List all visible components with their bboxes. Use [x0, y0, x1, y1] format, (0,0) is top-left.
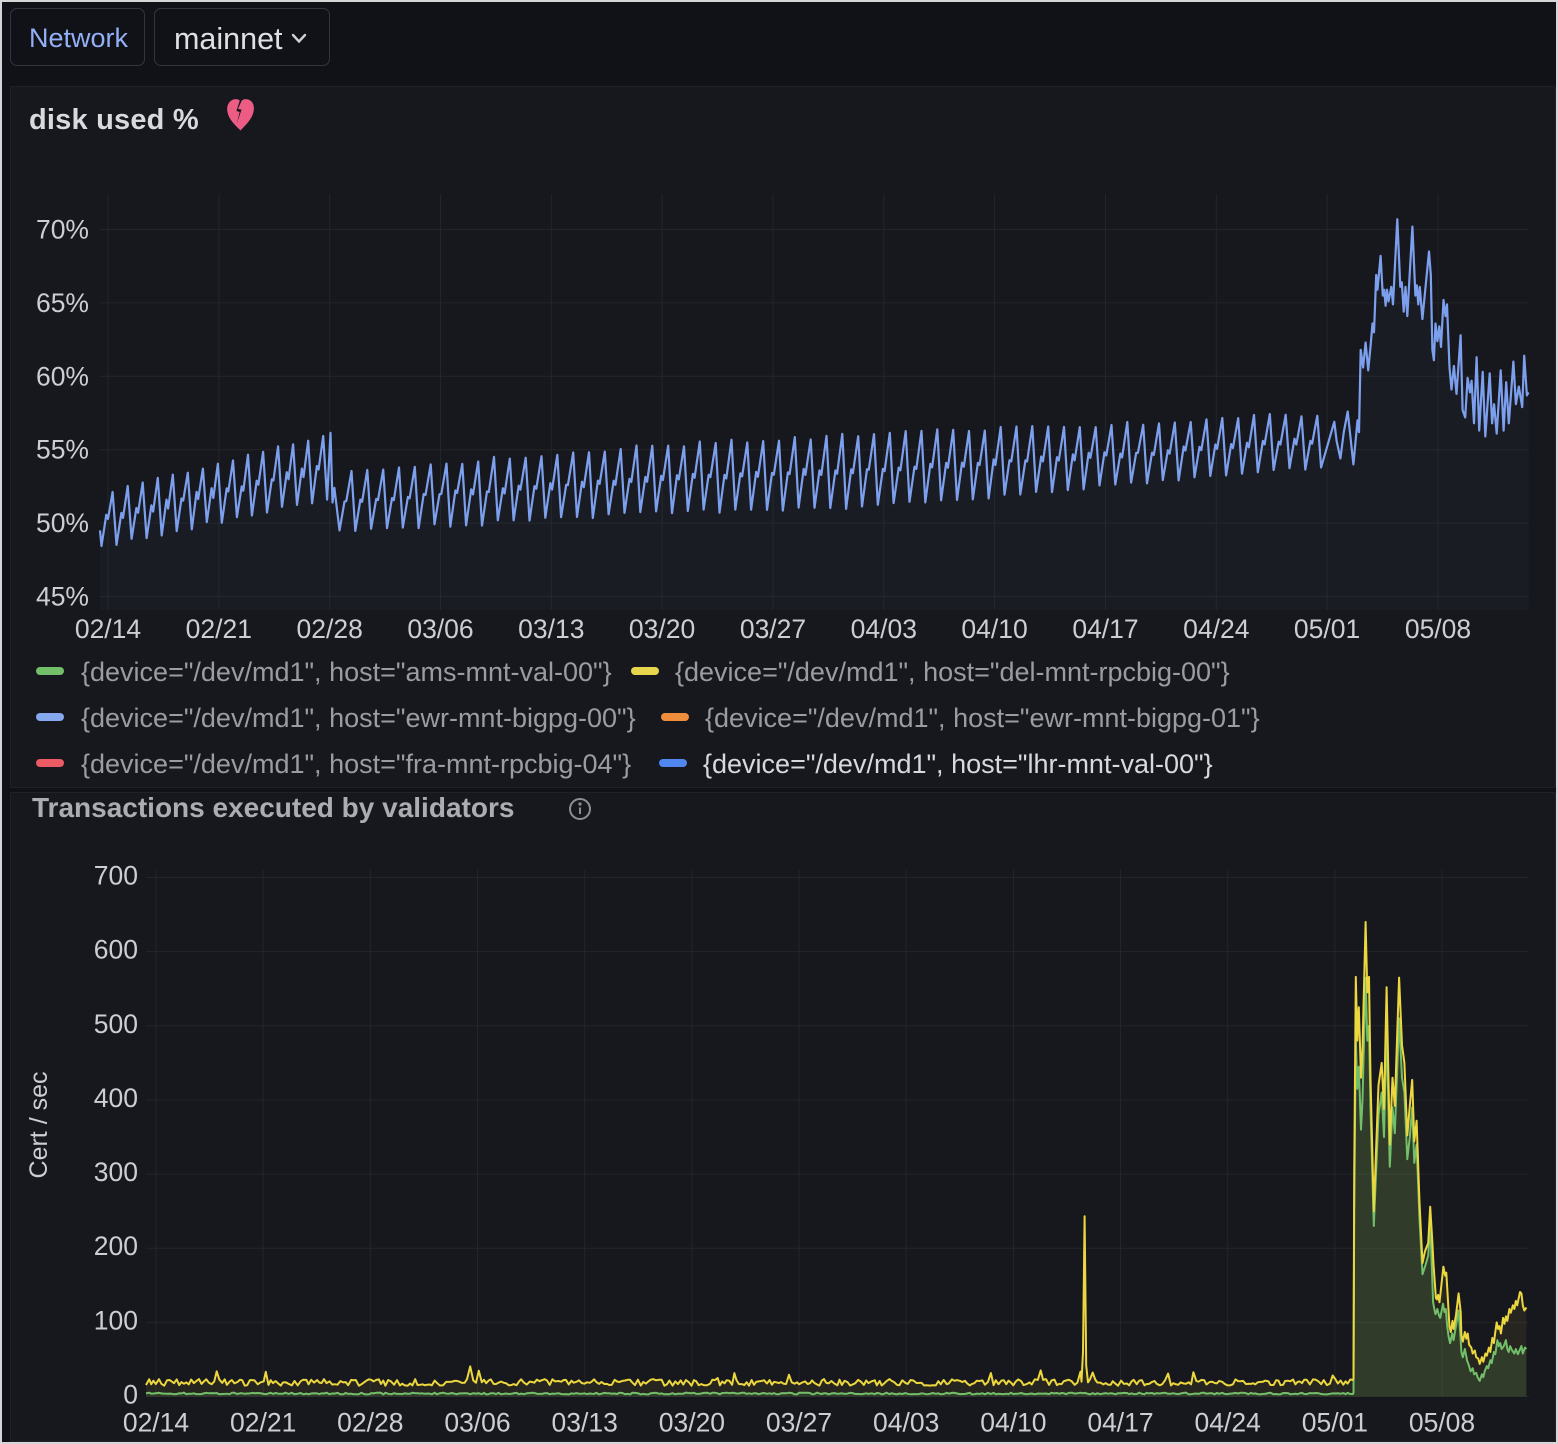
- svg-text:45%: 45%: [36, 582, 89, 612]
- svg-text:500: 500: [94, 1009, 138, 1039]
- svg-text:05/08: 05/08: [1405, 614, 1471, 644]
- svg-text:04/10: 04/10: [961, 614, 1027, 644]
- svg-text:02/14: 02/14: [123, 1408, 189, 1438]
- svg-text:0: 0: [123, 1380, 138, 1410]
- svg-text:03/13: 03/13: [552, 1408, 618, 1438]
- svg-text:70%: 70%: [36, 215, 89, 245]
- svg-text:03/06: 03/06: [407, 614, 473, 644]
- svg-text:02/28: 02/28: [297, 614, 363, 644]
- svg-text:04/03: 04/03: [851, 614, 917, 644]
- svg-text:05/08: 05/08: [1409, 1408, 1475, 1438]
- svg-text:04/17: 04/17: [1072, 614, 1138, 644]
- svg-text:65%: 65%: [36, 288, 89, 318]
- svg-text:55%: 55%: [36, 435, 89, 465]
- svg-text:03/13: 03/13: [518, 614, 584, 644]
- svg-text:400: 400: [94, 1083, 138, 1113]
- svg-text:60%: 60%: [36, 361, 89, 391]
- svg-text:02/28: 02/28: [337, 1408, 403, 1438]
- svg-text:200: 200: [94, 1231, 138, 1261]
- svg-text:100: 100: [94, 1305, 138, 1335]
- svg-text:700: 700: [94, 861, 138, 891]
- svg-text:05/01: 05/01: [1302, 1408, 1368, 1438]
- svg-text:03/06: 03/06: [444, 1408, 510, 1438]
- svg-text:04/03: 04/03: [873, 1408, 939, 1438]
- svg-text:02/21: 02/21: [186, 614, 252, 644]
- svg-text:03/20: 03/20: [659, 1408, 725, 1438]
- svg-text:02/14: 02/14: [75, 614, 141, 644]
- svg-text:05/01: 05/01: [1294, 614, 1360, 644]
- svg-text:02/21: 02/21: [230, 1408, 296, 1438]
- svg-text:03/27: 03/27: [766, 1408, 832, 1438]
- svg-text:03/20: 03/20: [629, 614, 695, 644]
- svg-text:04/24: 04/24: [1195, 1408, 1261, 1438]
- svg-text:04/24: 04/24: [1183, 614, 1249, 644]
- svg-text:Cert / sec: Cert / sec: [25, 1072, 53, 1179]
- svg-text:04/17: 04/17: [1087, 1408, 1153, 1438]
- svg-text:300: 300: [94, 1157, 138, 1187]
- svg-text:50%: 50%: [36, 508, 89, 538]
- svg-text:600: 600: [94, 935, 138, 965]
- svg-text:03/27: 03/27: [740, 614, 806, 644]
- svg-text:04/10: 04/10: [980, 1408, 1046, 1438]
